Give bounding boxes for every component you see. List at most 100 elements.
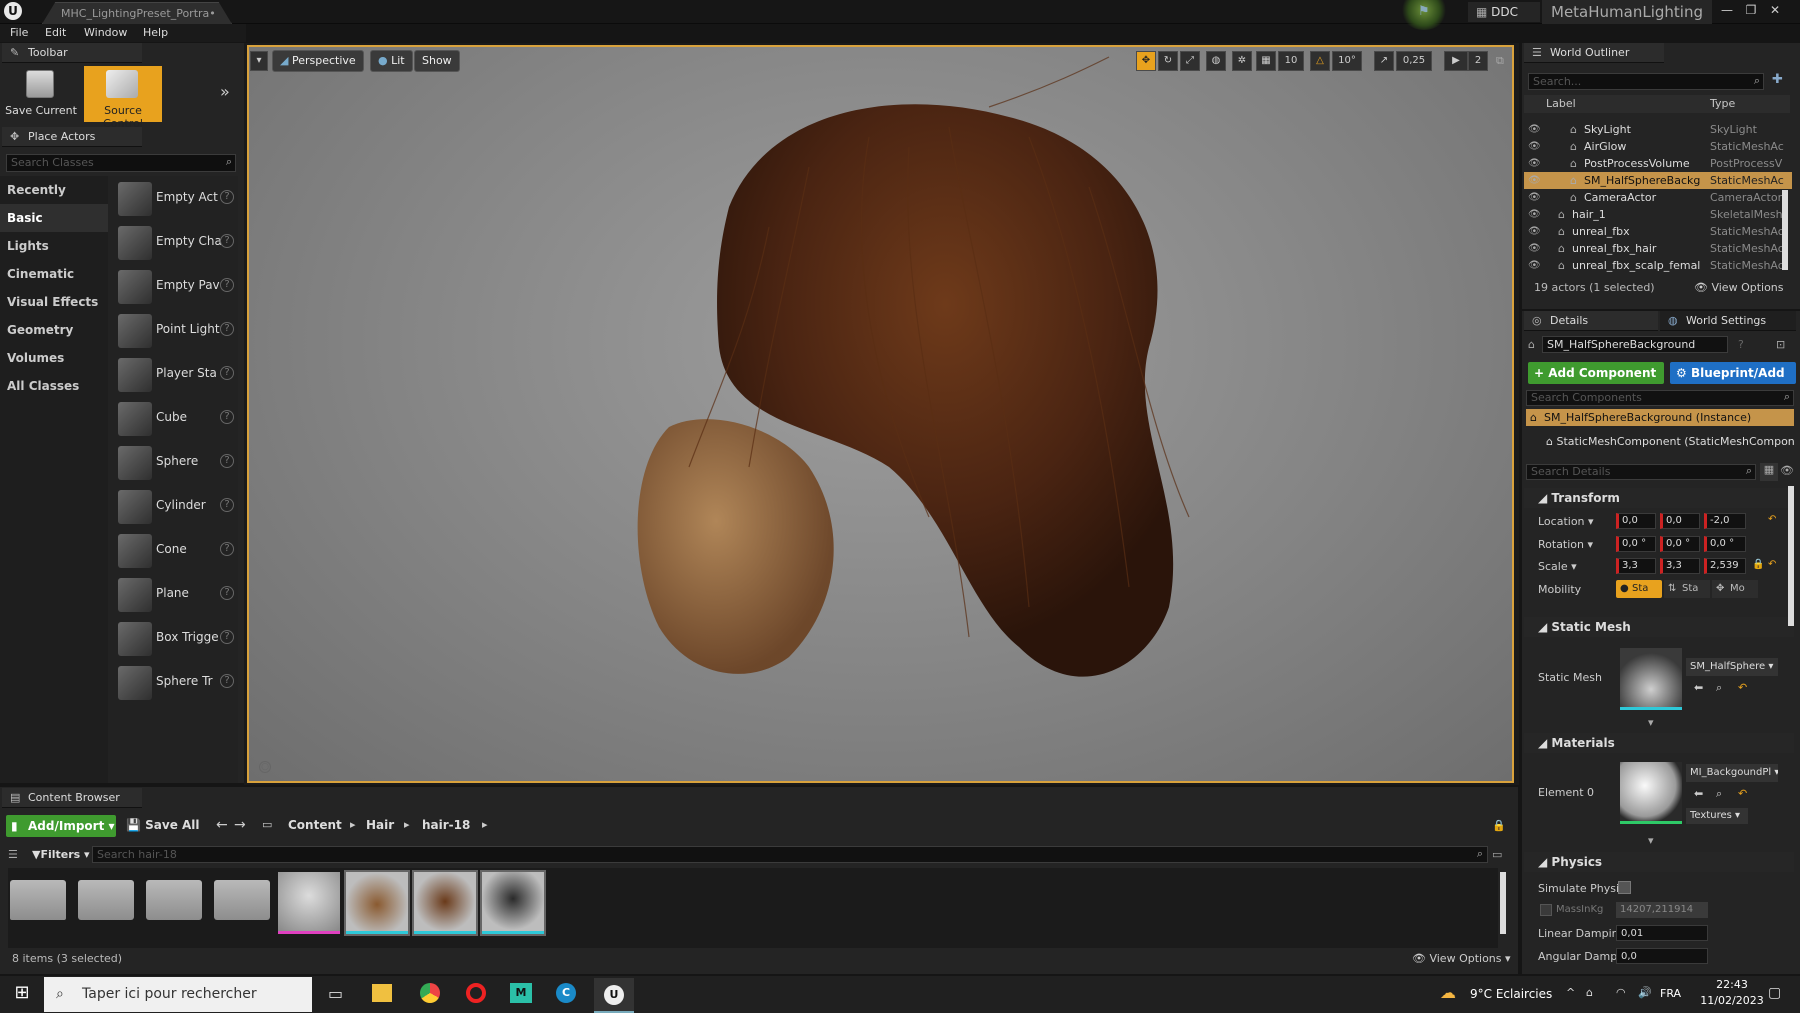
simulate-physics-checkbox[interactable] xyxy=(1618,881,1631,894)
back-icon[interactable]: ← xyxy=(216,817,228,833)
component-row[interactable]: ⌂ StaticMeshComponent (StaticMeshCompone… xyxy=(1546,435,1794,448)
outliner-row[interactable]: 👁 ⌂ CameraActor CameraActor xyxy=(1524,189,1792,206)
metahuman-icon[interactable]: M xyxy=(510,983,532,1003)
language-indicator[interactable]: FRA xyxy=(1660,987,1681,1000)
help-icon[interactable]: ? xyxy=(220,586,234,600)
grid-snap-icon[interactable]: ▦ xyxy=(1256,51,1276,71)
actor-item[interactable]: Empty Cha? xyxy=(114,222,236,264)
actor-item[interactable]: Sphere Tr? xyxy=(114,662,236,704)
rotation-x[interactable]: 0,0 ° xyxy=(1616,536,1656,552)
help-icon[interactable]: ? xyxy=(220,278,234,292)
outliner-search-input[interactable]: Search... ⌕ xyxy=(1528,73,1764,90)
expand-arrow-icon[interactable]: ▾ xyxy=(1648,716,1654,729)
path-hair[interactable]: Hair xyxy=(366,818,394,832)
network-icon[interactable]: ⌂ xyxy=(1586,986,1593,999)
mass-field[interactable]: 14207,211914 xyxy=(1616,902,1708,918)
scale-snap-icon[interactable]: ↗ xyxy=(1374,51,1394,71)
category-cinematic[interactable]: Cinematic xyxy=(0,260,108,288)
opera-icon[interactable] xyxy=(466,983,486,1003)
outliner-row[interactable]: 👁 ⌂ AirGlow StaticMeshAc xyxy=(1524,138,1792,155)
save-search-icon[interactable]: ▭ xyxy=(1492,848,1502,861)
level-viewport[interactable]: ○ xyxy=(247,45,1514,783)
scale-x[interactable]: 3,3 xyxy=(1616,558,1656,574)
use-selected-icon[interactable]: ⬅ xyxy=(1694,681,1703,694)
source-control-button[interactable]: Source Control xyxy=(84,66,162,130)
outliner-row[interactable]: 👁 ⌂ unreal_fbx_hair StaticMeshAc xyxy=(1524,240,1792,257)
actor-item[interactable]: Empty Pav? xyxy=(114,266,236,308)
reset-icon[interactable]: ↶ xyxy=(1768,559,1776,570)
physics-section[interactable]: ◢ Physics xyxy=(1524,852,1794,872)
lit-button[interactable]: ● Lit xyxy=(370,50,413,72)
help-icon[interactable]: ? xyxy=(1738,338,1744,351)
location-y[interactable]: 0,0 xyxy=(1660,513,1700,529)
actor-item[interactable]: Plane? xyxy=(114,574,236,616)
expand-toolbar-icon[interactable]: » xyxy=(220,82,230,101)
mobility-movable-button[interactable]: ✥ Mo xyxy=(1712,580,1758,598)
save-all-button[interactable]: 💾 Save All xyxy=(126,818,200,832)
visibility-eye-icon[interactable]: 👁 xyxy=(1528,240,1541,257)
type-column[interactable]: Type xyxy=(1710,97,1735,110)
category-all-classes[interactable]: All Classes xyxy=(0,372,108,400)
scale-tool-icon[interactable]: ⤢ xyxy=(1180,51,1200,71)
save-current-button[interactable]: Save Current xyxy=(2,66,80,122)
visibility-eye-icon[interactable]: 👁 xyxy=(1528,138,1541,155)
path-hair-18[interactable]: hair-18 xyxy=(422,818,470,832)
search-details-input[interactable]: Search Details ⌕ xyxy=(1526,464,1756,480)
task-view-icon[interactable]: ▭ xyxy=(328,984,343,1003)
add-component-button[interactable]: + Add Component ▾ xyxy=(1528,362,1664,402)
category-lights[interactable]: Lights xyxy=(0,232,108,260)
show-button[interactable]: Show xyxy=(414,50,460,72)
outliner-row[interactable]: 👁 ⌂ SM_HalfSphereBackg StaticMeshAc xyxy=(1524,172,1792,189)
unreal-taskbar-button[interactable]: U xyxy=(594,978,634,1013)
category-recently-placed[interactable]: Recently Placed xyxy=(0,176,108,225)
file-explorer-icon[interactable] xyxy=(372,984,392,1002)
wifi-icon[interactable]: ◠ xyxy=(1616,986,1626,999)
material-thumbnail[interactable] xyxy=(1620,762,1682,824)
location-x[interactable]: 0,0 xyxy=(1616,513,1656,529)
outliner-row[interactable]: 👁 ⌂ SkyLight SkyLight xyxy=(1524,121,1792,138)
browse-icon[interactable]: ⌕ xyxy=(1716,681,1722,695)
groom-asset-beard[interactable] xyxy=(344,870,410,936)
help-icon[interactable]: ? xyxy=(220,234,234,248)
world-settings-tab[interactable]: ◍ World Settings xyxy=(1660,311,1796,331)
weather-text[interactable]: 9°C Eclaircies xyxy=(1470,987,1552,1001)
windows-start-icon[interactable]: ⊞ xyxy=(10,982,34,1006)
forward-icon[interactable]: → xyxy=(234,817,246,833)
transform-section[interactable]: ◢ Transform xyxy=(1524,488,1794,508)
static-mesh-thumbnail[interactable] xyxy=(1620,648,1682,710)
visibility-eye-icon[interactable]: 👁 xyxy=(1528,172,1541,189)
ddc-button[interactable]: ▦ DDC xyxy=(1468,2,1540,22)
help-icon[interactable]: ? xyxy=(220,322,234,336)
angular-damping-field[interactable]: 0,0 xyxy=(1616,948,1708,964)
skeletal-mesh-asset[interactable] xyxy=(278,872,340,934)
filters-button[interactable]: ▼Filters ▾ xyxy=(32,848,90,861)
static-mesh-dropdown[interactable]: SM_HalfSphere ▾ xyxy=(1686,658,1778,676)
scale-y[interactable]: 3,3 xyxy=(1660,558,1700,574)
actor-item[interactable]: Cube? xyxy=(114,398,236,440)
location-label[interactable]: Location ▾ xyxy=(1538,515,1594,528)
folder-thumbnail[interactable] xyxy=(10,880,66,920)
linear-damping-field[interactable]: 0,01 xyxy=(1616,925,1708,941)
content-view-options[interactable]: 👁 View Options ▾ xyxy=(1412,952,1511,965)
mobility-stationary-button[interactable]: ⇅ Sta xyxy=(1664,580,1710,598)
search-components-input[interactable]: Search Components ⌕ xyxy=(1526,390,1794,406)
category-geometry[interactable]: Geometry xyxy=(0,316,108,344)
rotate-tool-icon[interactable]: ↻ xyxy=(1158,51,1178,71)
location-z[interactable]: -2,0 xyxy=(1704,513,1746,529)
path-content[interactable]: Content xyxy=(288,818,342,832)
add-import-button[interactable]: ▮ Add/Import ▾ xyxy=(6,815,116,837)
world-outliner-tab[interactable]: ☰ World Outliner xyxy=(1524,43,1664,63)
actor-item[interactable]: Cylinder? xyxy=(114,486,236,528)
actor-item[interactable]: Point Light? xyxy=(114,310,236,352)
rotation-y[interactable]: 0,0 ° xyxy=(1660,536,1700,552)
level-tab[interactable]: MHC_LightingPreset_Portra• xyxy=(42,2,232,24)
help-icon[interactable]: ? xyxy=(220,366,234,380)
folder-thumbnail[interactable] xyxy=(214,880,270,920)
translate-tool-icon[interactable]: ✥ xyxy=(1136,51,1156,71)
menu-file[interactable]: File xyxy=(10,26,28,39)
outliner-row[interactable]: 👁 ⌂ unreal_fbx StaticMeshAc xyxy=(1524,223,1792,240)
rotation-snap-value[interactable]: 10° xyxy=(1332,51,1362,71)
textures-dropdown[interactable]: Textures ▾ xyxy=(1686,808,1748,824)
details-scrollbar[interactable] xyxy=(1788,486,1794,626)
chrome-icon[interactable] xyxy=(420,983,440,1003)
